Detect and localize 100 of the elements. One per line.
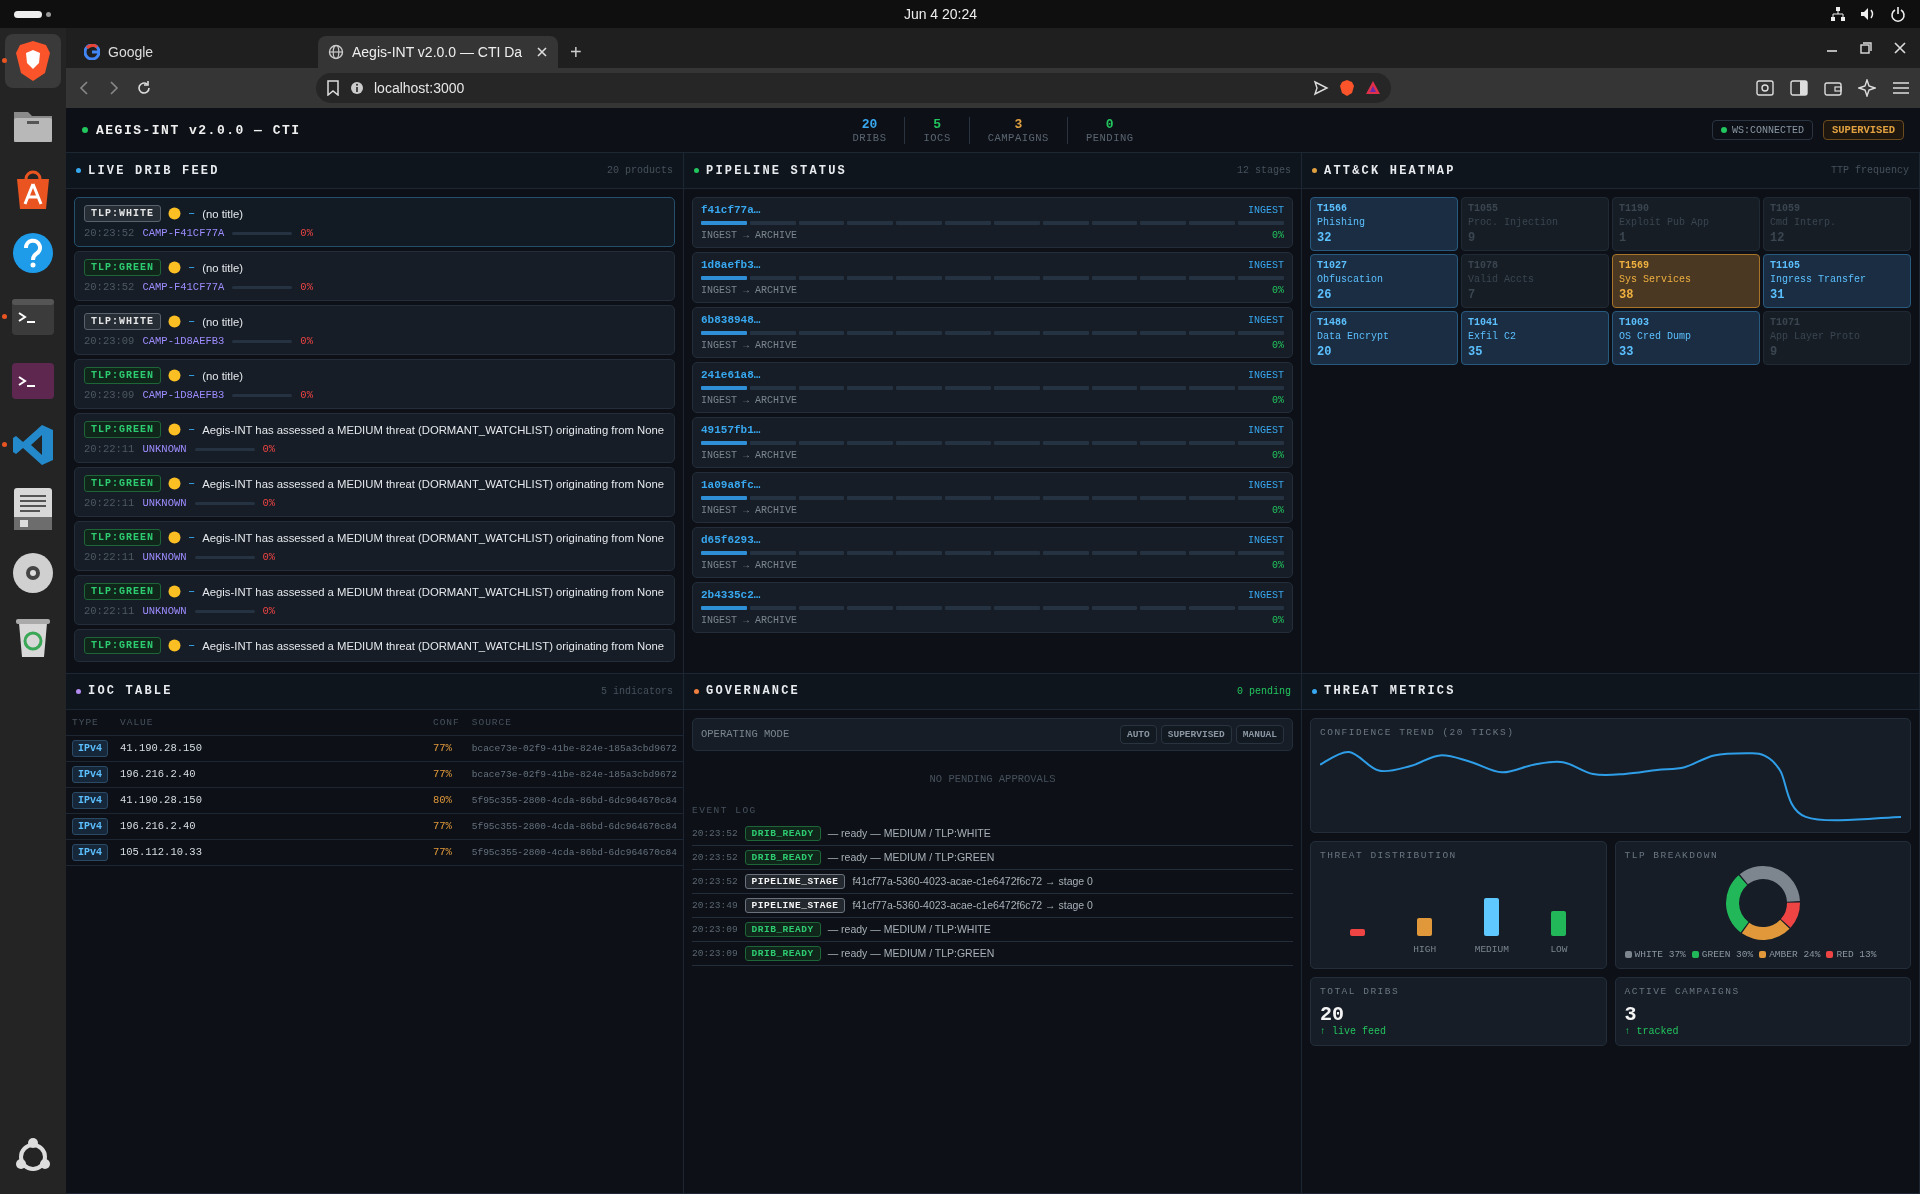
bookmark-icon[interactable] xyxy=(326,80,340,96)
mode-button[interactable]: SUPERVISED xyxy=(1160,724,1232,744)
campaign-id: UNKNOWN xyxy=(142,497,187,509)
table-cell: 77% xyxy=(426,761,466,787)
feed-card[interactable]: TLP:GREEN – Aegis-INT has assessed a MEDIUM threat (DORMANT_WATCHLIST) originating from None 20:22:11 UNKNOWN 0% xyxy=(74,575,675,625)
panel-meta: 0 pending xyxy=(1237,685,1291,697)
drib-id: 2b4335c2… xyxy=(701,589,761,601)
browser-tab[interactable]: Aegis-INT v2.0.0 — CTI Da xyxy=(318,36,558,68)
event-tag: PIPELINE_STAGE xyxy=(744,873,846,889)
severity-dot-icon xyxy=(168,369,181,382)
volume-icon[interactable] xyxy=(1860,6,1876,22)
progress-percent: 0% xyxy=(300,227,313,239)
technique-name: Obfuscation xyxy=(1317,274,1384,285)
severity-dot-icon xyxy=(168,531,181,544)
table-cell: 196.216.2.40 xyxy=(114,813,427,839)
mode-badge: SUPERVISED xyxy=(1823,120,1904,140)
event-text: — ready — MEDIUM / TLP:WHITE xyxy=(827,923,991,935)
kpi-note: ↑ live feed xyxy=(1320,1025,1387,1037)
power-icon[interactable] xyxy=(1890,6,1906,22)
stage-label: INGEST xyxy=(1248,534,1284,546)
address-bar[interactable]: localhost:3000 xyxy=(316,73,1391,103)
event-time: 20:23:52 xyxy=(692,851,738,863)
separator: – xyxy=(188,422,196,437)
sparkle-icon[interactable] xyxy=(1858,79,1876,97)
network-icon[interactable] xyxy=(1830,6,1846,22)
mode-button[interactable]: MANUAL xyxy=(1235,724,1284,744)
stage-label: INGEST xyxy=(1248,479,1284,491)
heatmap-cell[interactable]: T1027 Obfuscation 26 xyxy=(1310,254,1458,308)
terminal-icon[interactable] xyxy=(11,362,55,400)
feed-card[interactable]: TLP:GREEN – (no title) 20:23:52 CAMP-F41CF77A 0% xyxy=(74,251,675,301)
separator: – xyxy=(188,368,196,383)
bar-label: MEDIUM xyxy=(1474,943,1509,955)
status-dot xyxy=(82,127,88,133)
heatmap-cell[interactable]: T1566 Phishing 32 xyxy=(1310,197,1458,251)
panel-title: LIVE DRIB FEED xyxy=(88,163,220,178)
send-icon[interactable] xyxy=(1313,80,1329,96)
type-badge: IPv4 xyxy=(72,739,108,757)
sidebar-icon[interactable] xyxy=(1790,80,1808,96)
disc-icon[interactable] xyxy=(11,551,55,595)
clock[interactable]: Jun 4 20:24 xyxy=(903,6,978,22)
campaign-id: CAMP-1D8AEFB3 xyxy=(142,389,225,401)
section-title: EVENT LOG xyxy=(692,804,758,816)
triangle-icon[interactable] xyxy=(1365,80,1381,96)
feed-card[interactable]: TLP:GREEN – Aegis-INT has assessed a MEDIUM threat (DORMANT_WATCHLIST) originating from None 20:22:11 UNKNOWN 0% xyxy=(74,413,675,463)
heatmap-cell[interactable]: T1041 Exfil C2 35 xyxy=(1461,311,1609,365)
separator: – xyxy=(188,638,196,653)
code-editor-icon[interactable] xyxy=(11,423,55,467)
campaign-id: CAMP-F41CF77A xyxy=(142,281,225,293)
event-text: — ready — MEDIUM / TLP:WHITE xyxy=(827,827,991,839)
stat-label: DRIBS xyxy=(852,131,887,144)
menu-icon[interactable] xyxy=(1892,80,1910,96)
progress-percent: 0% xyxy=(300,281,313,293)
feed-card[interactable]: TLP:GREEN – Aegis-INT has assessed a MEDIUM threat (DORMANT_WATCHLIST) originating from None 20:22:11 UNKNOWN 0% xyxy=(74,467,675,517)
type-badge: IPv4 xyxy=(72,817,108,835)
close-icon[interactable] xyxy=(1894,42,1906,54)
screenshot-icon[interactable] xyxy=(1756,80,1774,96)
reload-icon[interactable] xyxy=(136,80,152,96)
table-cell: 5f95c355-2800-4cda-86bd-6dc964670c84 xyxy=(465,839,683,865)
feed-time: 20:23:52 xyxy=(84,281,135,293)
new-tab-button[interactable]: + xyxy=(562,36,590,68)
info-icon[interactable] xyxy=(350,81,364,95)
technique-count: 33 xyxy=(1619,345,1635,359)
stat-label: PENDING xyxy=(1085,131,1134,144)
feed-card[interactable]: TLP:WHITE – (no title) 20:23:52 CAMP-F41CF77A 0% xyxy=(74,197,675,247)
technique-count: 26 xyxy=(1317,288,1333,302)
feed-card[interactable]: TLP:GREEN – (no title) 20:23:09 CAMP-1D8AEFB3 0% xyxy=(74,359,675,409)
help-icon[interactable] xyxy=(11,231,55,275)
feed-title: (no title) xyxy=(202,369,244,382)
drib-id: 6b838948… xyxy=(701,314,761,326)
progress-percent: 0% xyxy=(262,497,276,509)
technique-id: T1003 xyxy=(1619,317,1650,328)
technique-id: T1105 xyxy=(1770,260,1801,271)
wallet-icon[interactable] xyxy=(1824,80,1842,96)
stage-route: INGEST → ARCHIVE xyxy=(701,505,797,516)
feed-card[interactable]: TLP:GREEN – Aegis-INT has assessed a MEDIUM threat (DORMANT_WATCHLIST) originating from None xyxy=(74,629,675,662)
mode-button[interactable]: AUTO xyxy=(1119,724,1157,744)
stage-label: INGEST xyxy=(1248,589,1284,601)
technique-id: T1041 xyxy=(1468,317,1499,328)
restore-icon[interactable] xyxy=(1860,42,1872,54)
kpi-value: 3 xyxy=(1624,1002,1637,1026)
heatmap-cell[interactable]: T1486 Data Encrypt 20 xyxy=(1310,311,1458,365)
column-header: TYPE xyxy=(66,709,114,735)
feed-time: 20:23:09 xyxy=(84,335,135,347)
heatmap-cell[interactable]: T1003 OS Cred Dump 33 xyxy=(1612,311,1760,365)
type-badge: IPv4 xyxy=(72,791,108,809)
heatmap-cell[interactable]: T1569 Sys Services 38 xyxy=(1612,254,1760,308)
terminal-icon[interactable] xyxy=(11,298,55,336)
stat-value: 5 xyxy=(933,116,941,132)
document-icon[interactable] xyxy=(12,487,54,531)
kpi-value: 20 xyxy=(1320,1002,1345,1026)
browser-tab[interactable]: Google xyxy=(74,36,314,68)
stage-label: INGEST xyxy=(1248,204,1284,216)
feed-card[interactable]: TLP:GREEN – Aegis-INT has assessed a MEDIUM threat (DORMANT_WATCHLIST) originating from None 20:22:11 UNKNOWN 0% xyxy=(74,521,675,571)
activities-indicator[interactable] xyxy=(14,10,51,18)
feed-title: Aegis-INT has assessed a MEDIUM threat (DORMANT_WATCHLIST) originating from None xyxy=(202,639,665,652)
feed-card[interactable]: TLP:WHITE – (no title) 20:23:09 CAMP-1D8AEFB3 0% xyxy=(74,305,675,355)
technique-name: Sys Services xyxy=(1619,274,1692,285)
close-icon[interactable] xyxy=(536,46,548,58)
separator: – xyxy=(188,530,196,545)
heatmap-cell[interactable]: T1105 Ingress Transfer 31 xyxy=(1763,254,1911,308)
